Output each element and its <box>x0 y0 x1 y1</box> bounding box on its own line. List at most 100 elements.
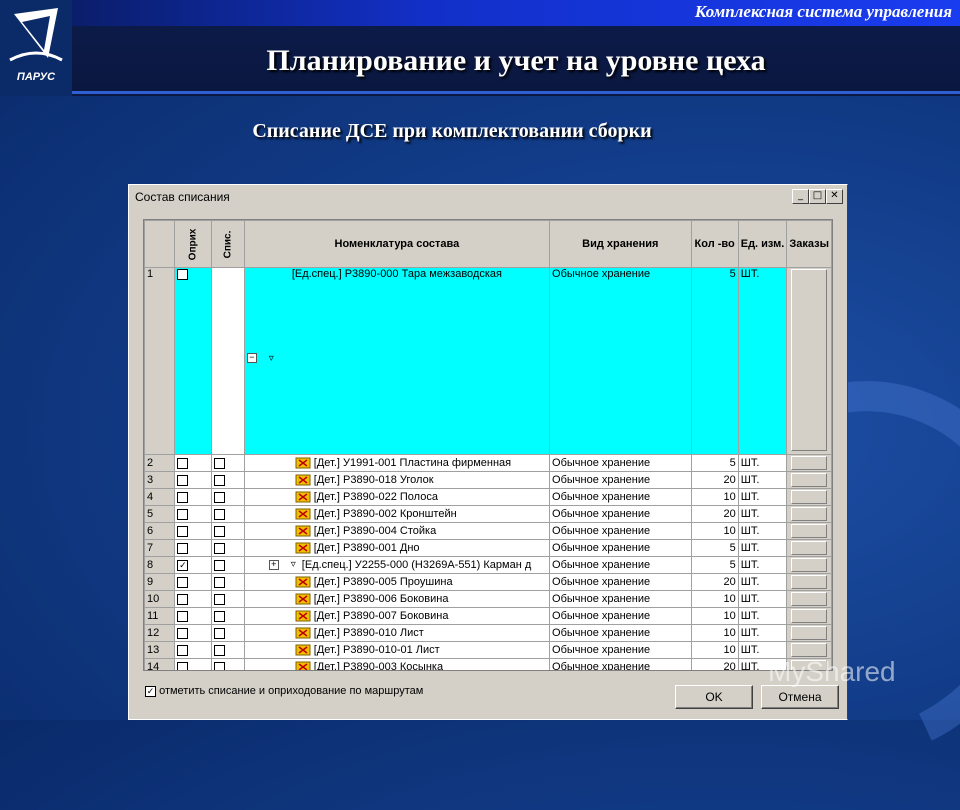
spis-cell[interactable] <box>211 454 245 472</box>
opr-cell[interactable] <box>174 522 213 540</box>
orders-cell[interactable] <box>786 267 832 455</box>
spis-cell[interactable] <box>211 607 245 625</box>
orders-button[interactable] <box>791 558 827 572</box>
spis-cell[interactable] <box>211 641 245 659</box>
orders-button[interactable] <box>791 609 827 623</box>
spis-cell[interactable] <box>211 624 245 642</box>
nomenclature-cell[interactable]: [Дет.] Р3890-018 Уголок <box>243 471 551 489</box>
spis-checkbox[interactable] <box>214 508 226 520</box>
nomenclature-cell[interactable]: [Дет.] Р3890-004 Стойка <box>243 522 551 540</box>
spis-cell[interactable] <box>211 573 245 591</box>
spis-checkbox[interactable] <box>214 576 226 588</box>
nomenclature-cell[interactable]: [Ед.спец.] Р3890-000 Тара межзаводская − ▿ <box>243 267 551 455</box>
spis-checkbox[interactable] <box>214 627 226 639</box>
cancel-button[interactable]: Отмена <box>761 685 839 709</box>
opr-checkbox[interactable]: ✓ <box>177 559 189 571</box>
opr-checkbox[interactable] <box>177 661 189 670</box>
nomenclature-cell[interactable]: [Дет.] Р3890-003 Косынка <box>243 658 551 670</box>
table-row[interactable]: 1 [Ед.спец.] Р3890-000 Тара межзаводская −… <box>144 267 832 455</box>
orders-cell[interactable] <box>786 505 832 523</box>
opr-checkbox[interactable] <box>177 644 189 656</box>
table-row[interactable]: 10 [Дет.] Р3890-006 Боковина Обычное хране… <box>144 590 832 608</box>
opr-cell[interactable] <box>174 624 213 642</box>
maximize-button[interactable]: □ <box>809 189 826 204</box>
nomenclature-cell[interactable]: [Дет.] Р3890-022 Полоса <box>243 488 551 506</box>
orders-cell[interactable] <box>786 573 832 591</box>
spis-checkbox[interactable] <box>214 457 226 469</box>
opr-cell[interactable] <box>174 539 213 557</box>
orders-cell[interactable] <box>786 590 832 608</box>
header-spis[interactable]: Спис. <box>211 220 245 268</box>
orders-button[interactable] <box>791 575 827 589</box>
table-row[interactable]: 5 [Дет.] Р3890-002 Кронштейн Обычное хране… <box>144 505 832 523</box>
opr-cell[interactable] <box>174 573 213 591</box>
opr-checkbox[interactable] <box>177 627 189 639</box>
opr-checkbox[interactable] <box>177 491 189 503</box>
orders-cell[interactable] <box>786 539 832 557</box>
nomenclature-cell[interactable]: [Дет.] Р3890-005 Проушина <box>243 573 551 591</box>
opr-checkbox[interactable] <box>177 474 189 486</box>
orders-button[interactable] <box>791 269 827 451</box>
orders-cell[interactable] <box>786 624 832 642</box>
orders-cell[interactable] <box>786 488 832 506</box>
table-row[interactable]: 4 [Дет.] Р3890-022 Полоса Обычное хранение… <box>144 488 832 506</box>
opr-checkbox[interactable] <box>177 457 189 469</box>
header-nomenclature[interactable]: Номенклатура состава <box>243 220 551 268</box>
orders-button[interactable] <box>791 456 827 470</box>
route-checkbox-row[interactable]: ✓ отметить списание и оприходование по м… <box>145 685 423 697</box>
opr-cell[interactable] <box>174 471 213 489</box>
table-row[interactable]: 7 [Дет.] Р3890-001 Дно Обычное хранение 5 ШТ… <box>144 539 832 557</box>
orders-cell[interactable] <box>786 556 832 574</box>
spis-cell[interactable] <box>211 488 245 506</box>
header-qty[interactable]: Кол -во <box>690 220 739 268</box>
spis-cell[interactable] <box>211 539 245 557</box>
orders-button[interactable] <box>791 592 827 606</box>
opr-checkbox[interactable] <box>177 593 189 605</box>
nomenclature-cell[interactable]: [Дет.] Р3890-010-01 Лист <box>243 641 551 659</box>
opr-checkbox[interactable] <box>177 268 189 280</box>
minimize-button[interactable]: _ <box>792 189 809 204</box>
ok-button[interactable]: OK <box>675 685 753 709</box>
opr-checkbox[interactable] <box>177 542 189 554</box>
expand-icon[interactable]: + <box>268 560 279 571</box>
header-orders[interactable]: Заказы <box>786 220 832 268</box>
composition-grid[interactable]: Оприх Спис. Номенклатура состава Вид хра… <box>143 219 833 671</box>
opr-cell[interactable] <box>174 658 213 670</box>
spis-cell[interactable] <box>211 267 245 455</box>
orders-cell[interactable] <box>786 522 832 540</box>
spis-checkbox[interactable] <box>214 474 226 486</box>
nomenclature-cell[interactable]: [Дет.] Р3890-007 Боковина <box>243 607 551 625</box>
table-row[interactable]: 12 [Дет.] Р3890-010 Лист Обычное хранение 1… <box>144 624 832 642</box>
spis-cell[interactable] <box>211 471 245 489</box>
orders-button[interactable] <box>791 626 827 640</box>
table-row[interactable]: 6 [Дет.] Р3890-004 Стойка Обычное хранение… <box>144 522 832 540</box>
opr-cell[interactable] <box>174 454 213 472</box>
opr-cell[interactable] <box>174 641 213 659</box>
table-row[interactable]: 14 [Дет.] Р3890-003 Косынка Обычное хранен… <box>144 658 832 670</box>
orders-cell[interactable] <box>786 607 832 625</box>
orders-button[interactable] <box>791 507 827 521</box>
table-row[interactable]: 3 [Дет.] Р3890-018 Уголок Обычное хранение… <box>144 471 832 489</box>
table-row[interactable]: 8 ✓ + ▿ [Ед.спец.] У2255-000 (Н3269А-551) Ка… <box>144 556 832 574</box>
spis-checkbox[interactable] <box>214 661 226 670</box>
spis-cell[interactable] <box>211 556 245 574</box>
spis-checkbox[interactable] <box>214 559 226 571</box>
table-row[interactable]: 11 [Дет.] Р3890-007 Боковина Обычное хране… <box>144 607 832 625</box>
spis-cell[interactable] <box>211 658 245 670</box>
orders-button[interactable] <box>791 524 827 538</box>
spis-cell[interactable] <box>211 522 245 540</box>
nomenclature-cell[interactable]: [Дет.] У1991-001 Пластина фирменная <box>243 454 551 472</box>
opr-checkbox[interactable] <box>177 610 189 622</box>
table-row[interactable]: 2 [Дет.] У1991-001 Пластина фирменная Обыч… <box>144 454 832 472</box>
spis-checkbox[interactable] <box>214 525 226 537</box>
opr-cell[interactable] <box>174 267 213 455</box>
spis-checkbox[interactable] <box>214 610 226 622</box>
collapse-icon[interactable]: − <box>246 353 257 364</box>
spis-checkbox[interactable] <box>214 593 226 605</box>
spis-checkbox[interactable] <box>214 644 226 656</box>
opr-cell[interactable] <box>174 505 213 523</box>
header-storage[interactable]: Вид хранения <box>549 220 692 268</box>
header-unit[interactable]: Ед. изм. <box>737 220 788 268</box>
orders-button[interactable] <box>791 541 827 555</box>
header-opr[interactable]: Оприх <box>174 220 213 268</box>
